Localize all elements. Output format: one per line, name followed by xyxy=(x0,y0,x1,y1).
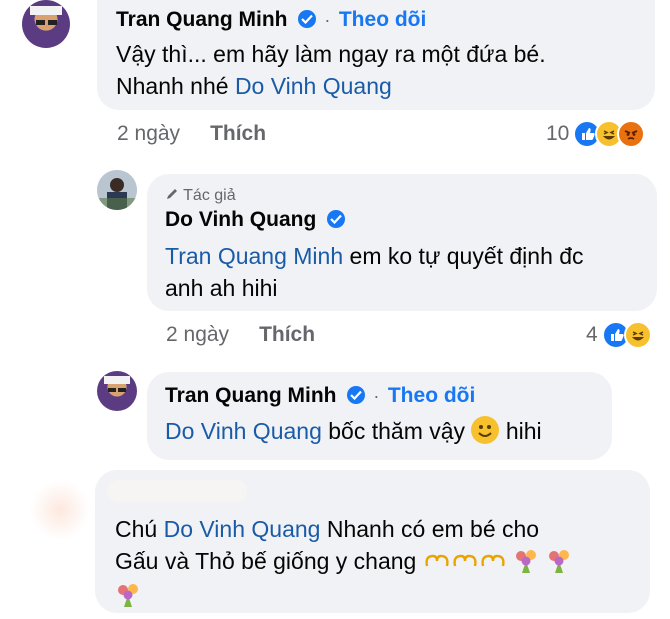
comment-line: Chú Do Vinh Quang Nhanh có em bé cho xyxy=(115,513,572,545)
comment-header: Do Vinh Quang xyxy=(165,208,345,232)
avatar-image xyxy=(97,170,137,210)
comment-bubble: Tran Quang Minh · Theo dõi Vậy thì... em… xyxy=(97,0,655,110)
follow-button[interactable]: Theo dõi xyxy=(388,384,476,407)
avatar-image xyxy=(30,6,62,25)
reaction-summary[interactable]: 10 xyxy=(546,120,646,148)
comment-bubble: Chú Do Vinh Quang Nhanh có em bé cho Gấu… xyxy=(95,470,650,613)
comment-text: Tran Quang Minh em ko tự quyết định đc a… xyxy=(165,240,584,304)
like-button[interactable]: Thích xyxy=(259,323,315,346)
comment-line: Nhanh nhé Do Vinh Quang xyxy=(116,70,546,102)
comment-header: Tran Quang Minh · Theo dõi xyxy=(116,8,426,32)
author-name[interactable]: Tran Quang Minh xyxy=(165,384,337,407)
verified-icon xyxy=(326,210,345,228)
blurred-avatar xyxy=(30,480,90,540)
verified-icon xyxy=(346,386,365,404)
mention-link[interactable]: Do Vinh Quang xyxy=(235,73,392,99)
avatar[interactable] xyxy=(97,371,137,411)
comment-text: Vậy thì... em hãy làm ngay ra một đứa bé… xyxy=(116,38,546,102)
mention-link[interactable]: Do Vinh Quang xyxy=(164,516,321,542)
smile-emoji-icon xyxy=(471,416,500,444)
bouquet-emoji-icon xyxy=(516,550,537,573)
blurred-author-name xyxy=(107,480,247,502)
comment-bubble: Tran Quang Minh · Theo dõi Do Vinh Quang… xyxy=(147,372,612,460)
comment-text-fragment: hihi xyxy=(499,418,542,444)
mention-link[interactable]: Do Vinh Quang xyxy=(165,418,322,444)
reaction-count: 10 xyxy=(546,122,570,145)
comment-line: Gấu và Thỏ bế giống y chang xyxy=(115,545,572,579)
timestamp[interactable]: 2 ngày xyxy=(117,122,180,145)
reaction-summary[interactable]: 4 xyxy=(586,321,652,349)
pencil-icon xyxy=(167,189,177,199)
bouquet-emoji-icon xyxy=(118,584,138,607)
comment-bubble: Tác giả Do Vinh Quang Tran Quang Minh em… xyxy=(147,174,657,311)
separator-dot: · xyxy=(324,10,331,30)
separator-dot: · xyxy=(373,386,380,406)
comment-text-fragment: Nhanh nhé xyxy=(116,73,235,99)
comment-line: anh ah hihi xyxy=(165,275,278,301)
comment-text: Chú Do Vinh Quang Nhanh có em bé cho Gấu… xyxy=(115,513,572,611)
avatar[interactable] xyxy=(97,170,137,210)
follow-button[interactable]: Theo dõi xyxy=(339,8,427,31)
angry-reaction-icon xyxy=(617,120,646,148)
heart-hands-emoji-icon xyxy=(423,547,507,579)
author-badge-label: Tác giả xyxy=(183,187,236,204)
bouquet-emoji-icon xyxy=(548,550,569,573)
comment-meta: 2 ngày Thích xyxy=(166,323,315,347)
timestamp[interactable]: 2 ngày xyxy=(166,323,229,346)
comment-meta: 2 ngày Thích xyxy=(117,122,266,146)
mention-link[interactable]: Tran Quang Minh xyxy=(165,243,343,269)
comment-line xyxy=(115,579,572,611)
verified-icon xyxy=(297,10,316,28)
comment-text-fragment: Nhanh có em bé cho xyxy=(320,516,540,542)
author-name[interactable]: Tran Quang Minh xyxy=(116,8,288,31)
comment-line: Tran Quang Minh em ko tự quyết định đc xyxy=(165,240,584,272)
comment-header: Tran Quang Minh · Theo dõi xyxy=(165,384,475,408)
author-badge: Tác giả xyxy=(165,187,236,205)
like-button[interactable]: Thích xyxy=(210,122,266,145)
reaction-count: 4 xyxy=(586,323,598,346)
comment-text-fragment: bốc thăm vậy xyxy=(321,418,472,444)
comment-line: Vậy thì... em hãy làm ngay ra một đứa bé… xyxy=(116,41,546,67)
avatar-image xyxy=(104,376,130,392)
comment-text-fragment: Gấu và Thỏ bế giống y chang xyxy=(115,548,423,574)
comment-text-fragment: em ko tự quyết định đc xyxy=(343,243,584,269)
author-name[interactable]: Do Vinh Quang xyxy=(165,208,316,231)
avatar[interactable] xyxy=(22,0,70,48)
comment-text-fragment: Chú xyxy=(115,516,164,542)
comment-text: Do Vinh Quang bốc thăm vậy hihi xyxy=(165,415,542,447)
haha-reaction-icon xyxy=(623,321,652,349)
